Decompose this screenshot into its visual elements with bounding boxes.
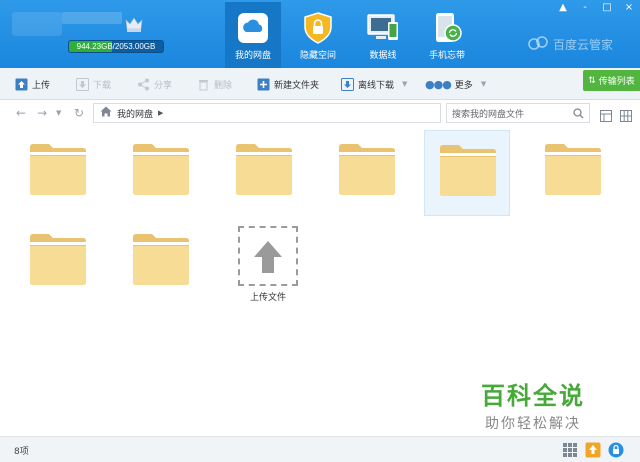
- brand-text: 百度云管家: [553, 38, 614, 52]
- phone-sync-icon: [431, 12, 463, 44]
- delete-label: 删除: [214, 80, 233, 91]
- address-bar: ← → ▼ ↻ 我的网盘 ▶ 搜索我的网盘文件: [0, 100, 640, 126]
- username-placeholder[interactable]: [62, 12, 122, 24]
- back-arrow-icon[interactable]: ←: [16, 106, 26, 120]
- vip-crown-icon: [125, 17, 143, 33]
- folder-item[interactable]: [324, 130, 410, 216]
- folder-icon: [545, 144, 601, 195]
- upload-arrow-icon: [254, 241, 282, 273]
- upload-file-label[interactable]: 上传文件: [238, 290, 298, 303]
- transfer-list-button[interactable]: ⇅ 传输列表: [583, 70, 640, 91]
- chevron-down-icon: ▼: [480, 80, 487, 88]
- folder-item[interactable]: [15, 130, 101, 216]
- share-button[interactable]: 分享: [137, 76, 172, 92]
- close-button[interactable]: ×: [622, 2, 636, 13]
- nav-hidden-space-label: 隐藏空间: [299, 51, 336, 61]
- apps-grid-icon[interactable]: [562, 442, 578, 458]
- cloud-icon: [237, 12, 269, 44]
- more-label: 更多: [454, 80, 473, 91]
- window-controls: ▲ - □ ×: [556, 2, 636, 13]
- new-folder-icon: [257, 78, 270, 91]
- download-label: 下载: [93, 80, 112, 91]
- trash-icon: [197, 78, 210, 91]
- chevron-down-icon: ▼: [402, 80, 408, 88]
- toolbar: 上传 下载 分享 删除 新建文件夹 离线下载 ▼ ●●● 更多 ▼: [0, 68, 640, 100]
- offline-download-icon: [341, 77, 354, 91]
- devices-icon: [367, 12, 399, 44]
- watermark-title: 百科全说: [481, 382, 585, 410]
- upload-icon: [15, 78, 28, 91]
- quota-bar: 944.23GB/2053.00GB: [68, 40, 164, 53]
- share-icon: [137, 78, 150, 91]
- folder-icon: [236, 144, 292, 195]
- upload-label: 上传: [32, 80, 51, 91]
- refresh-icon[interactable]: ↻: [74, 106, 84, 120]
- search-icon[interactable]: [573, 108, 584, 119]
- folder-icon: [30, 144, 86, 195]
- upload-file-tile[interactable]: [238, 226, 298, 286]
- more-dots-icon: ●●●: [425, 77, 452, 91]
- minimize-button[interactable]: -: [578, 2, 592, 13]
- search-input[interactable]: 搜索我的网盘文件: [452, 107, 524, 120]
- nav-data-cable[interactable]: 数据线: [355, 2, 411, 68]
- nav-hidden-space[interactable]: 隐藏空间: [290, 2, 346, 68]
- folder-item-selected[interactable]: [424, 130, 510, 216]
- user-avatar[interactable]: [10, 8, 68, 42]
- new-folder-label: 新建文件夹: [274, 80, 320, 91]
- folder-icon: [339, 144, 395, 195]
- brand-cloud-icon: [527, 35, 549, 54]
- folder-item[interactable]: [530, 130, 616, 216]
- folder-item[interactable]: [118, 220, 204, 306]
- notification-icon[interactable]: ▲: [556, 2, 570, 13]
- file-grid: 上传文件 百科全说 助你轻松解决: [0, 126, 640, 436]
- nav-phone-forgot[interactable]: 手机忘带: [419, 2, 475, 68]
- folder-icon: [133, 234, 189, 285]
- forward-arrow-icon[interactable]: →: [37, 106, 47, 120]
- more-button[interactable]: ●●● 更多 ▼: [425, 76, 486, 92]
- folder-item[interactable]: [118, 130, 204, 216]
- lock-icon: [302, 12, 334, 44]
- new-folder-button[interactable]: 新建文件夹: [257, 76, 319, 92]
- breadcrumb-arrow-icon[interactable]: ▶: [158, 109, 163, 117]
- transfer-icon: ⇅: [588, 75, 596, 86]
- folder-icon: [133, 144, 189, 195]
- search-box[interactable]: 搜索我的网盘文件: [446, 103, 590, 123]
- offline-download-button[interactable]: 离线下载 ▼: [341, 76, 407, 92]
- upload-button[interactable]: 上传: [15, 76, 50, 92]
- watermark-subtitle: 助你轻松解决: [485, 416, 581, 432]
- home-icon[interactable]: [100, 106, 112, 120]
- list-view-icon[interactable]: [600, 107, 612, 122]
- history-dropdown-icon[interactable]: ▼: [56, 109, 61, 117]
- nav-data-cable-label: 数据线: [369, 51, 397, 61]
- brand-logo: 百度云管家: [527, 35, 613, 54]
- header-bar: 944.23GB/2053.00GB 我的网盘 隐藏空间 数据线 手机忘带 百度…: [0, 0, 640, 68]
- delete-button[interactable]: 删除: [197, 76, 232, 92]
- offline-download-label: 离线下载: [358, 80, 395, 91]
- nav-my-disk[interactable]: 我的网盘: [225, 2, 281, 68]
- transfer-list-label: 传输列表: [598, 77, 635, 87]
- download-icon: [76, 77, 89, 91]
- quota-text: 944.23GB/2053.00GB: [76, 42, 156, 51]
- share-label: 分享: [154, 80, 173, 91]
- lock-status-icon[interactable]: [608, 442, 624, 458]
- maximize-button[interactable]: □: [600, 2, 614, 13]
- folder-item[interactable]: [221, 130, 307, 216]
- folder-icon: [30, 234, 86, 285]
- nav-phone-forgot-label: 手机忘带: [428, 51, 465, 61]
- grid-view-icon[interactable]: [620, 107, 632, 122]
- watermark: 百科全说 助你轻松解决: [468, 376, 598, 433]
- status-bar: 8项: [0, 436, 640, 462]
- baidu-cloud-window: 944.23GB/2053.00GB 我的网盘 隐藏空间 数据线 手机忘带 百度…: [0, 0, 640, 462]
- folder-item[interactable]: [15, 220, 101, 306]
- item-count: 8项: [14, 447, 29, 457]
- breadcrumb[interactable]: 我的网盘 ▶: [93, 103, 441, 123]
- nav-my-disk-label: 我的网盘: [234, 51, 271, 61]
- breadcrumb-my-disk[interactable]: 我的网盘: [117, 107, 153, 120]
- download-button[interactable]: 下载: [76, 76, 111, 92]
- upload-status-icon[interactable]: [585, 442, 601, 458]
- folder-icon: [440, 145, 496, 196]
